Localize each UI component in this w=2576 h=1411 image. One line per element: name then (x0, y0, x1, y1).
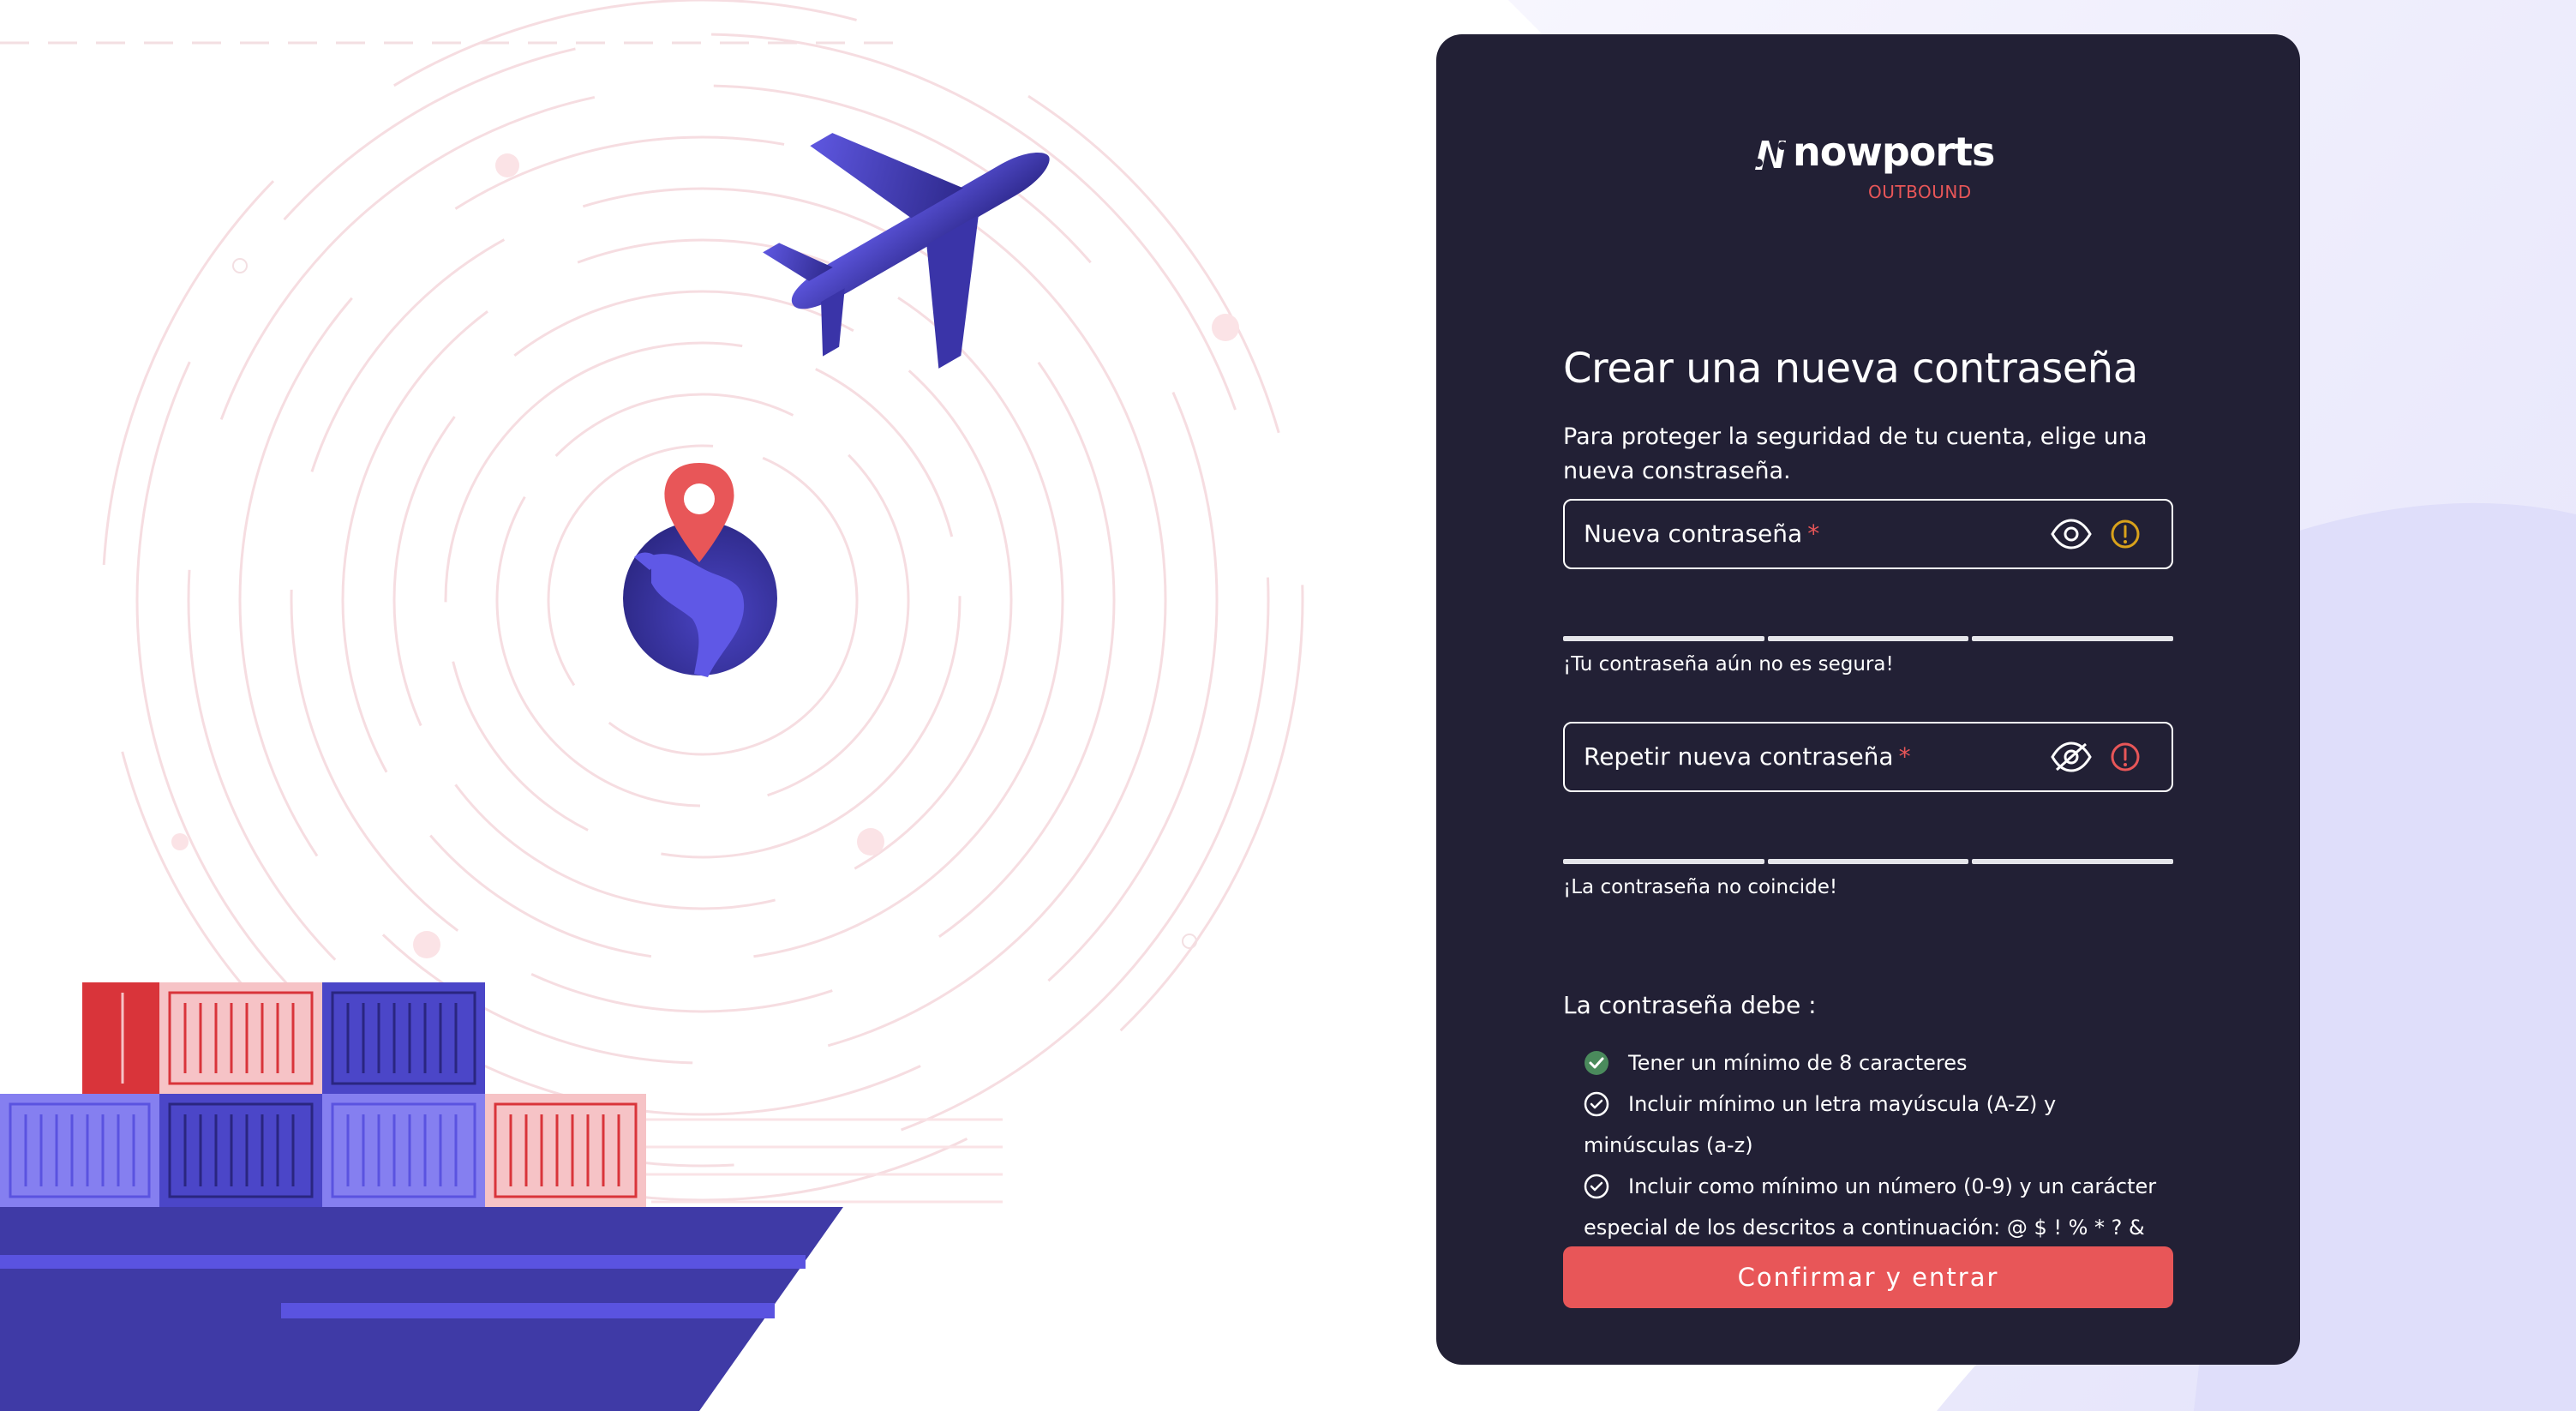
confirm-button[interactable]: Confirmar y entrar (1563, 1246, 2173, 1308)
strength-segment (1972, 636, 2174, 641)
check-outline-icon (1584, 1174, 1609, 1199)
brand-product: OUTBOUND (1868, 182, 1972, 202)
strength-segment (1563, 859, 1764, 864)
error-icon (2111, 742, 2140, 772)
logistics-illustration (0, 0, 1304, 1411)
eye-icon[interactable] (2050, 518, 2093, 550)
page-subtitle: Para proteger la seguridad de tu cuenta,… (1563, 423, 2148, 484)
warning-icon (2111, 519, 2140, 549)
repeat-password-label: Repetir nueva contraseña * (1584, 742, 1911, 771)
rule-text: Incluir mínimo un letra mayúscula (A-Z) … (1584, 1092, 2057, 1157)
repeat-password-field[interactable]: Repetir nueva contraseña * (1563, 722, 2173, 792)
strength-segment (1972, 859, 2174, 864)
airplane-icon (763, 133, 1050, 369)
rules-title: La contraseña debe : (1563, 991, 1817, 1019)
repeat-password-label-text: Repetir nueva contraseña (1584, 742, 1894, 771)
strength-segment (1563, 636, 1764, 641)
new-password-hint: ¡Tu contraseña aún no es segura! (1563, 653, 1894, 675)
password-card: nowports OUTBOUND Crear una nueva contra… (1436, 34, 2300, 1365)
required-mark: * (1898, 742, 1911, 771)
check-outline-icon (1584, 1091, 1609, 1117)
new-password-field[interactable]: Nueva contraseña * (1563, 499, 2173, 569)
ship-illustration (0, 982, 843, 1411)
strength-segment (1767, 636, 1969, 641)
strength-segment (1767, 859, 1969, 864)
new-password-label: Nueva contraseña * (1584, 519, 1819, 548)
globe-icon (623, 463, 777, 677)
password-rules-list: Tener un mínimo de 8 caracteres Incluir … (1584, 1042, 2166, 1248)
required-mark: * (1807, 519, 1820, 548)
eye-off-icon[interactable] (2050, 741, 2093, 773)
password-match-bar (1563, 859, 2174, 864)
rule-item: Incluir mínimo un letra mayúscula (A-Z) … (1584, 1084, 2166, 1166)
check-filled-icon (1585, 1051, 1609, 1075)
rule-item: Incluir como mínimo un número (0-9) y un… (1584, 1166, 2166, 1248)
repeat-password-hint: ¡La contraseña no coincide! (1563, 876, 1838, 898)
rule-text: Incluir como mínimo un número (0-9) y un… (1584, 1174, 2157, 1240)
password-strength-bar (1563, 636, 2174, 641)
rule-item: Tener un mínimo de 8 caracteres (1584, 1042, 2166, 1084)
brand-name: nowports (1793, 129, 1995, 175)
nowports-logo-icon (1754, 141, 1787, 170)
brand-logo: nowports OUTBOUND (1750, 129, 2007, 206)
page-title: Crear una nueva contraseña (1563, 345, 2138, 393)
new-password-label-text: Nueva contraseña (1584, 519, 1803, 548)
login-page: nowports OUTBOUND Crear una nueva contra… (0, 0, 2576, 1411)
rule-text: Tener un mínimo de 8 caracteres (1628, 1051, 1968, 1075)
